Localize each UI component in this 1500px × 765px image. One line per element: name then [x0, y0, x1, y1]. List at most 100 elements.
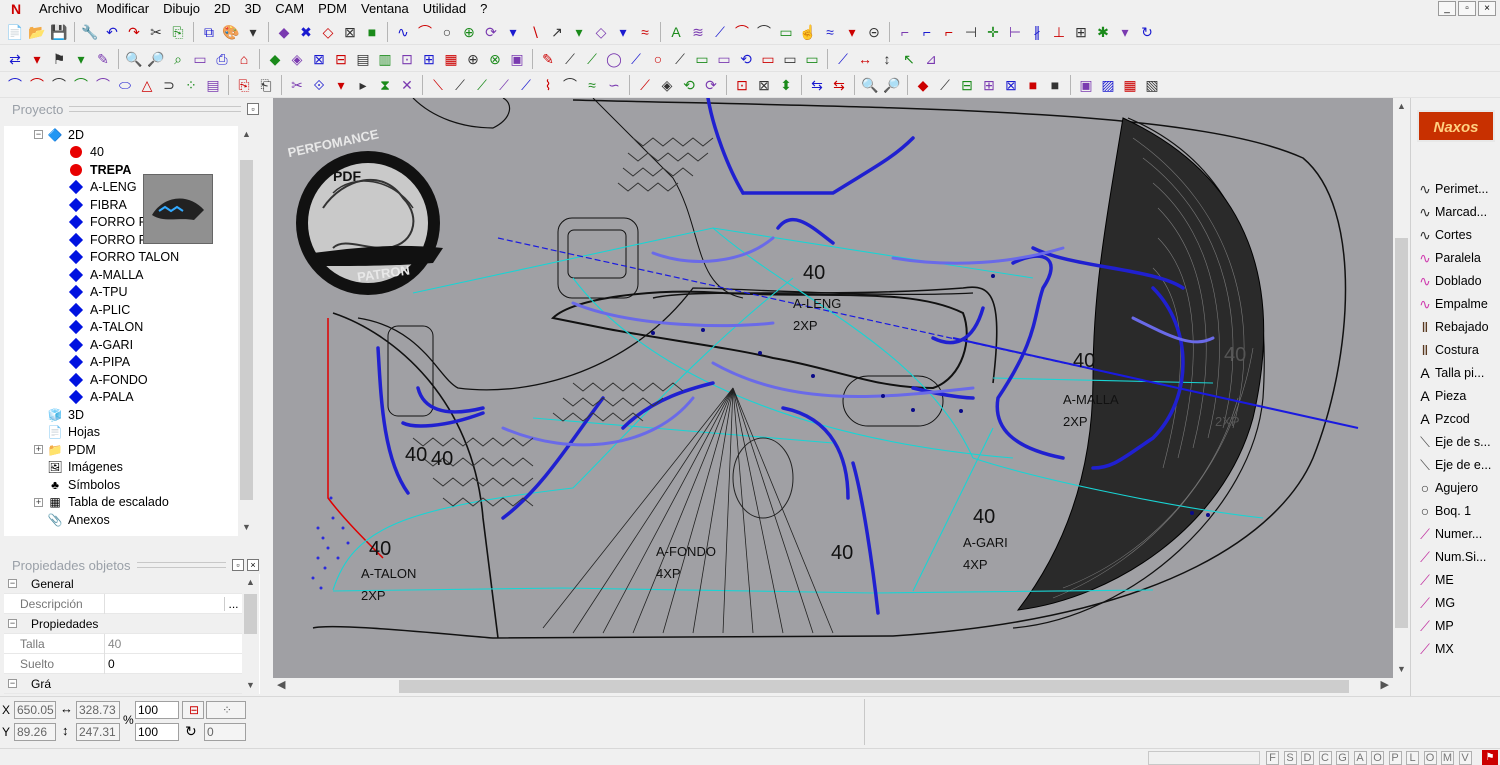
toolbar-tool-icon[interactable]: 🔎 [881, 74, 903, 96]
toolbar-tool-icon[interactable]: ▭ [713, 48, 735, 70]
tree-item[interactable]: A-TPU [68, 284, 128, 301]
toolbar-tool-icon[interactable]: ◯ [603, 48, 625, 70]
status-toggle-key[interactable]: A [1353, 751, 1367, 765]
toolbar-tool-icon[interactable]: ⊗ [484, 48, 506, 70]
toolbar-tool-icon[interactable]: ⟳ [480, 21, 502, 43]
panel-pin-icon[interactable]: ▫ [247, 103, 259, 115]
toolbar-tool-icon[interactable]: ⌒ [26, 74, 48, 96]
property-value[interactable]: 40 [104, 633, 242, 654]
toolbar-tool-icon[interactable]: ⌒ [4, 74, 26, 96]
toolbar-tool-icon[interactable]: ✖ [295, 21, 317, 43]
toolbar-tool-icon[interactable]: ○ [436, 21, 458, 43]
toolbar-tool-icon[interactable]: 🎨 [220, 21, 242, 43]
toolbar-tool-icon[interactable]: ∿ [392, 21, 414, 43]
toolbar-tool-icon[interactable]: ⊞ [1070, 21, 1092, 43]
tool-item[interactable]: Ⅱ Costura [1415, 339, 1479, 361]
tool-item[interactable]: ⟋ MX [1415, 638, 1454, 660]
collapse-icon[interactable]: − [34, 130, 43, 139]
status-toggle-key[interactable]: O [1371, 751, 1384, 765]
toolbar-tool-icon[interactable]: ⟋ [471, 74, 493, 96]
toolbar-tool-icon[interactable]: ⊣ [960, 21, 982, 43]
tool-item[interactable]: ∿ Marcad... [1415, 201, 1487, 223]
toolbar-tool-icon[interactable]: ⁘ [180, 74, 202, 96]
toolbar-tool-icon[interactable]: ⌂ [233, 48, 255, 70]
panel-close-icon[interactable]: × [247, 559, 259, 571]
tool-item[interactable]: ⟋ MG [1415, 592, 1455, 614]
toolbar-tool-icon[interactable]: ⊝ [863, 21, 885, 43]
menu-cam[interactable]: CAM [268, 0, 311, 18]
toolbar-tool-icon[interactable]: ⎘ [233, 74, 255, 96]
toolbar-tool-icon[interactable]: ⊠ [1000, 74, 1022, 96]
drawing-canvas[interactable]: PERFOMANCE PDF PATRON 40 A-LENG 2XP 40 A… [273, 98, 1393, 678]
tree-item[interactable]: A-PALA [68, 389, 134, 406]
toolbar-tool-icon[interactable]: ⇆ [806, 74, 828, 96]
toolbar-tool-icon[interactable]: ▾ [70, 48, 92, 70]
toolbar-tool-icon[interactable]: ✂ [145, 21, 167, 43]
toolbar-tool-icon[interactable]: ■ [361, 21, 383, 43]
toolbar-tool-icon[interactable]: ■ [1044, 74, 1066, 96]
toolbar-tool-icon[interactable]: ⊟ [956, 74, 978, 96]
toolbar-tool-icon[interactable]: ▣ [506, 48, 528, 70]
tree-item[interactable]: 🧊 3D [47, 406, 84, 423]
toolbar-tool-icon[interactable]: ≋ [687, 21, 709, 43]
toolbar-tool-icon[interactable]: ⊕ [458, 21, 480, 43]
toolbar-tool-icon[interactable]: ⊕ [462, 48, 484, 70]
tool-item[interactable]: ⟋ ME [1415, 569, 1454, 591]
scroll-left-icon[interactable]: ◀ [277, 678, 285, 691]
panel-pin-icon[interactable]: ▫ [232, 559, 244, 571]
expand-icon[interactable]: + [34, 497, 43, 507]
property-group[interactable]: − Propiedades [4, 614, 242, 634]
toolbar-tool-icon[interactable]: ↷ [123, 21, 145, 43]
y-coord-field[interactable]: 89.26 [14, 723, 56, 741]
toolbar-tool-icon[interactable]: ⊞ [978, 74, 1000, 96]
toolbar-tool-icon[interactable]: ⟋ [493, 74, 515, 96]
tool-item[interactable]: ∿ Paralela [1415, 247, 1481, 269]
toolbar-tool-icon[interactable]: ⌒ [48, 74, 70, 96]
toolbar-tool-icon[interactable]: ⇆ [828, 74, 850, 96]
property-value[interactable] [104, 593, 224, 614]
expand-icon[interactable]: + [34, 445, 43, 454]
status-toggle-key[interactable]: F [1266, 751, 1279, 765]
height-field[interactable]: 247.31 [76, 723, 120, 741]
toolbar-tool-icon[interactable]: ⊿ [920, 48, 942, 70]
toolbar-tool-icon[interactable]: ✱ [1092, 21, 1114, 43]
toolbar-tool-icon[interactable]: ⇄ [4, 48, 26, 70]
toolbar-tool-icon[interactable]: ⌒ [70, 74, 92, 96]
canvas-hscrollbar[interactable]: ◀ ▶ [273, 678, 1393, 695]
toolbar-tool-icon[interactable]: ■ [1022, 74, 1044, 96]
tree-item[interactable]: 40 [70, 144, 104, 161]
property-value[interactable]: 0 [104, 653, 242, 674]
toolbar-tool-icon[interactable]: ▾ [330, 74, 352, 96]
toolbar-tool-icon[interactable]: ⟋ [515, 74, 537, 96]
toolbar-tool-icon[interactable]: ⟳ [700, 74, 722, 96]
property-group[interactable]: − Grá [4, 674, 242, 694]
toolbar-tool-icon[interactable]: ⟋ [559, 48, 581, 70]
tool-item[interactable]: ∿ Perimet... [1415, 178, 1488, 200]
toolbar-tool-icon[interactable]: ⬭ [114, 74, 136, 96]
toolbar-tool-icon[interactable]: ▾ [612, 21, 634, 43]
scroll-thumb[interactable] [399, 680, 1349, 693]
toolbar-tool-icon[interactable]: ⟍ [427, 74, 449, 96]
toolbar-tool-icon[interactable]: ∦ [1026, 21, 1048, 43]
menu-modificar[interactable]: Modificar [89, 0, 156, 18]
project-tree-scrollbar[interactable]: ▲ ▼ [238, 126, 255, 536]
toolbar-tool-icon[interactable]: 🔍 [859, 74, 881, 96]
toolbar-tool-icon[interactable]: ⌒ [559, 74, 581, 96]
toolbar-tool-icon[interactable]: ⟋ [634, 74, 656, 96]
toolbar-tool-icon[interactable]: ✎ [537, 48, 559, 70]
tree-item[interactable]: 📄 Hojas [47, 424, 100, 441]
toolbar-tool-icon[interactable]: ⎗ [255, 74, 277, 96]
tree-item[interactable]: ♣ Símbolos [47, 476, 120, 493]
toolbar-tool-icon[interactable]: ▭ [775, 21, 797, 43]
toolbar-tool-icon[interactable]: ⊃ [158, 74, 180, 96]
mirror-icon[interactable]: ⊟ [182, 701, 204, 719]
toolbar-tool-icon[interactable]: ⌒ [731, 21, 753, 43]
toolbar-tool-icon[interactable]: ↶ [101, 21, 123, 43]
ellipsis-button[interactable]: ... [224, 596, 242, 611]
toolbar-tool-icon[interactable]: ⬍ [775, 74, 797, 96]
tree-item[interactable]: A-FONDO [68, 371, 148, 388]
tree-item[interactable]: FIBRA [68, 196, 127, 213]
toolbar-tool-icon[interactable]: ↻ [1136, 21, 1158, 43]
toolbar-tool-icon[interactable]: ⊥ [1048, 21, 1070, 43]
toolbar-tool-icon[interactable]: ⟋ [581, 48, 603, 70]
